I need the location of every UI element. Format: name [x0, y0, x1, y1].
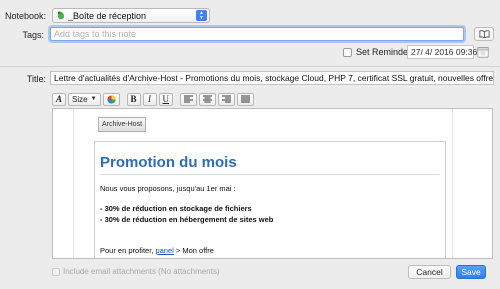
- italic-button[interactable]: I: [142, 92, 157, 106]
- chevron-updown-icon: ▲ ▼: [196, 10, 207, 21]
- align-right-button[interactable]: [218, 92, 236, 106]
- tags-label: Tags:: [22, 30, 44, 40]
- profit-suffix: > Mon offre: [173, 246, 214, 255]
- include-attachments-checkbox[interactable]: [52, 268, 60, 276]
- cancel-button[interactable]: Cancel: [408, 265, 451, 279]
- align-justify-icon: [241, 95, 251, 103]
- align-center-button[interactable]: [199, 92, 217, 106]
- notebook-select[interactable]: _Boîte de réception ▲ ▼: [52, 8, 210, 23]
- title-label: Title:: [26, 74, 46, 84]
- save-button[interactable]: Save: [456, 265, 486, 279]
- title-input[interactable]: Lettre d'actualités d'Archive-Host - Pro…: [50, 71, 494, 85]
- format-toolbar: A Size ▼ B I U: [52, 92, 255, 106]
- chevron-down-icon: ▼: [90, 96, 97, 102]
- promo-profit-line: Pour en profiter, panel > Mon offre: [100, 246, 214, 255]
- bold-button[interactable]: B: [126, 92, 141, 106]
- book-button[interactable]: [474, 27, 494, 41]
- align-left-button[interactable]: [180, 92, 198, 106]
- promo-box: Promotion du mois Nous vous proposons, j…: [94, 141, 446, 258]
- email-body: Archive-Host Promotion du mois Nous vous…: [73, 109, 453, 258]
- reminder-date-field[interactable]: 27/ 4/ 2016 09:36: [407, 45, 477, 59]
- profit-prefix: Pour en profiter,: [100, 246, 156, 255]
- color-wheel-icon: [106, 94, 116, 104]
- promo-offer-hosting: - 30% de réduction en hébergement de sit…: [100, 215, 274, 224]
- notebook-label: Notebook:: [4, 11, 46, 21]
- notebook-value: _Boîte de réception: [68, 10, 147, 21]
- font-button[interactable]: A: [52, 92, 67, 106]
- tags-input[interactable]: [50, 27, 464, 41]
- panel-link[interactable]: panel: [155, 246, 173, 255]
- note-editor[interactable]: Archive-Host Promotion du mois Nous vous…: [52, 108, 493, 259]
- set-reminder-checkbox[interactable]: [343, 48, 352, 57]
- divider: [0, 66, 500, 67]
- align-right-icon: [222, 95, 232, 103]
- set-reminder-label: Set Reminder:: [356, 47, 414, 57]
- align-center-icon: [203, 95, 213, 103]
- align-left-icon: [184, 95, 194, 103]
- include-attachments-label: Include email attachments (No attachment…: [63, 267, 220, 276]
- size-dropdown[interactable]: Size ▼: [68, 92, 101, 106]
- underline-button[interactable]: U: [158, 92, 174, 106]
- promo-divider: [100, 174, 440, 175]
- promo-intro: Nous vous proposons, jusqu'au 1er mai :: [100, 184, 236, 193]
- promo-offer-storage: - 30% de réduction en stockage de fichie…: [100, 204, 252, 213]
- align-justify-button[interactable]: [237, 92, 255, 106]
- calendar-icon[interactable]: [477, 46, 489, 58]
- text-color-button[interactable]: [102, 92, 120, 106]
- size-label: Size: [72, 94, 88, 104]
- book-icon: [478, 30, 490, 38]
- archive-host-button[interactable]: Archive-Host: [98, 117, 146, 132]
- promo-heading: Promotion du mois: [100, 154, 237, 171]
- evernote-icon: [58, 11, 64, 20]
